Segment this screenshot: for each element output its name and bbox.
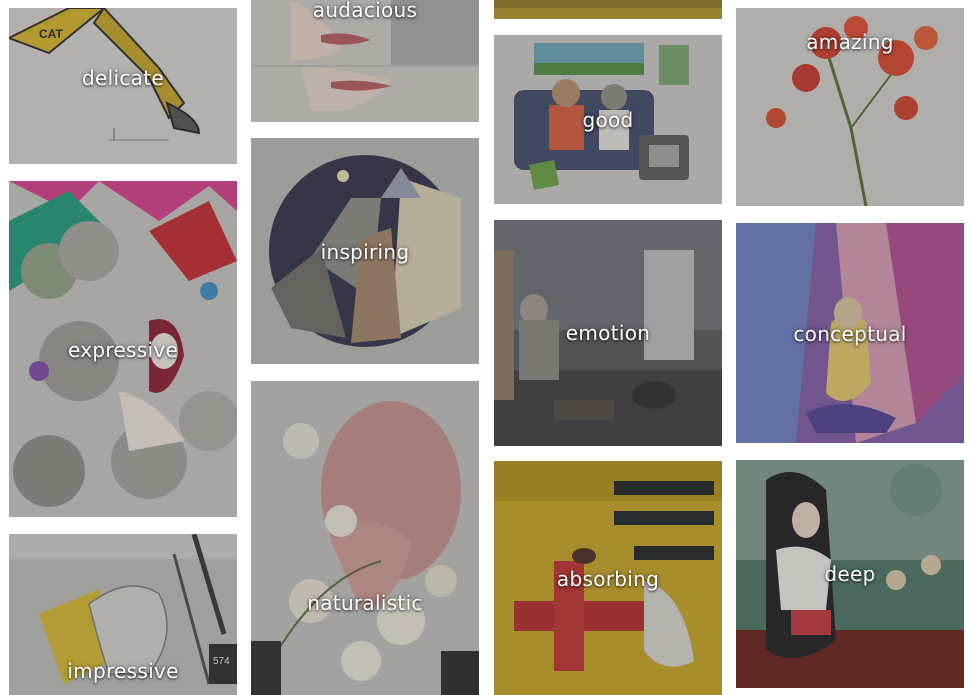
- gallery-tile-deep[interactable]: deep: [736, 460, 964, 688]
- gallery-tile-good[interactable]: good: [494, 35, 722, 204]
- tile-label: deep: [824, 562, 876, 586]
- tile-label: expressive: [67, 338, 179, 362]
- tile-label: emotion: [565, 321, 651, 345]
- ochre-artwork: [494, 0, 722, 19]
- gallery-tile-emotion[interactable]: emotion: [494, 220, 722, 446]
- gallery-tile-audacious[interactable]: audacious: [251, 0, 479, 122]
- gallery-tile-expressive[interactable]: expressive: [9, 181, 237, 517]
- tile-label: amazing: [806, 30, 894, 54]
- gallery-tile-naturalistic[interactable]: naturalistic: [251, 381, 479, 695]
- tile-label: absorbing: [556, 567, 660, 591]
- gallery-tile-inspiring[interactable]: inspiring: [251, 138, 479, 364]
- svg-text:CAT: CAT: [39, 27, 63, 41]
- tile-label: good: [582, 108, 634, 132]
- gallery-tile-ochre[interactable]: [494, 0, 722, 19]
- tile-label: inspiring: [320, 240, 410, 264]
- tile-label: audacious: [312, 0, 418, 22]
- gallery-tile-impressive[interactable]: 574 impressive: [9, 534, 237, 695]
- gallery-tile-delicate[interactable]: CAT delicate: [9, 8, 237, 164]
- tile-label: naturalistic: [307, 591, 423, 615]
- face-flowers-artwork: [251, 381, 479, 695]
- tile-label: impressive: [67, 659, 179, 683]
- tile-label: conceptual: [793, 322, 907, 346]
- gallery-tile-absorbing[interactable]: absorbing: [494, 461, 722, 695]
- gallery-tile-conceptual[interactable]: conceptual: [736, 223, 964, 443]
- tile-label: delicate: [82, 66, 164, 90]
- gallery-tile-amazing[interactable]: amazing: [736, 8, 964, 206]
